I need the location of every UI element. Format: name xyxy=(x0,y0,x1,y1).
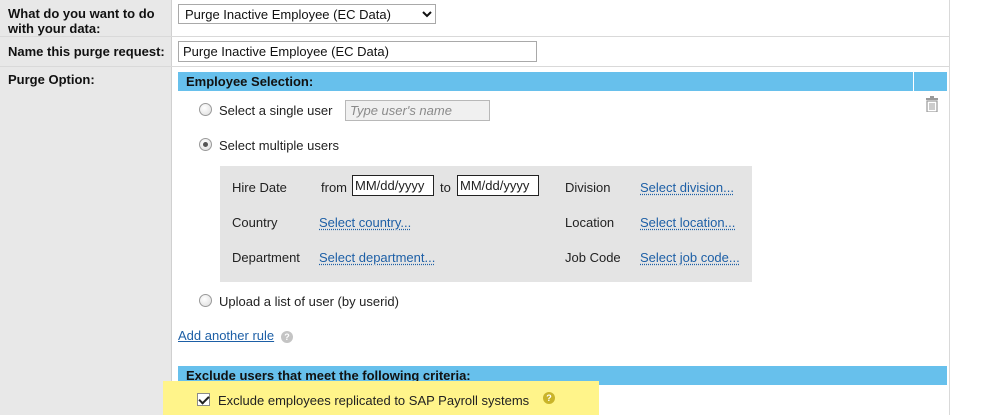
hire-date-to-input[interactable] xyxy=(457,175,539,196)
hire-date-from-input[interactable] xyxy=(352,175,434,196)
action-label: What do you want to do with your data: xyxy=(8,6,155,36)
select-job-code-link[interactable]: Select job code... xyxy=(640,250,740,265)
add-rule-link[interactable]: Add another rule xyxy=(178,328,274,343)
multiple-users-radio[interactable] xyxy=(199,138,212,151)
multiple-users-label: Select multiple users xyxy=(219,138,339,153)
hire-date-label: Hire Date xyxy=(232,180,287,195)
purge-option-label: Purge Option: xyxy=(8,72,95,87)
upload-list-label: Upload a list of user (by userid) xyxy=(219,294,399,309)
from-label: from xyxy=(321,180,347,195)
single-user-label: Select a single user xyxy=(219,103,333,118)
row-divider xyxy=(0,66,950,67)
help-icon[interactable]: ? xyxy=(281,331,293,343)
job-code-label: Job Code xyxy=(565,250,621,265)
labels-column xyxy=(0,0,172,415)
request-name-input[interactable] xyxy=(178,41,537,62)
row-divider xyxy=(0,36,950,37)
to-label: to xyxy=(440,180,451,195)
select-division-link[interactable]: Select division... xyxy=(640,180,734,195)
select-country-link[interactable]: Select country... xyxy=(319,215,411,230)
department-label: Department xyxy=(232,250,300,265)
select-location-link[interactable]: Select location... xyxy=(640,215,735,230)
help-icon[interactable]: ? xyxy=(543,392,555,404)
action-select[interactable]: Purge Inactive Employee (EC Data) xyxy=(178,4,436,24)
employee-selection-header: Employee Selection: xyxy=(178,72,947,91)
header-cap xyxy=(913,72,947,91)
select-department-link[interactable]: Select department... xyxy=(319,250,435,265)
request-name-label: Name this purge request: xyxy=(8,44,165,59)
exclude-sap-payroll-label: Exclude employees replicated to SAP Payr… xyxy=(218,393,530,408)
exclude-sap-payroll-checkbox[interactable] xyxy=(197,393,210,406)
right-border xyxy=(949,0,950,415)
user-name-input[interactable] xyxy=(345,100,490,121)
single-user-radio[interactable] xyxy=(199,103,212,116)
country-label: Country xyxy=(232,215,278,230)
division-label: Division xyxy=(565,180,611,195)
trash-icon[interactable] xyxy=(925,96,939,112)
location-label: Location xyxy=(565,215,615,230)
upload-list-radio[interactable] xyxy=(199,294,212,307)
